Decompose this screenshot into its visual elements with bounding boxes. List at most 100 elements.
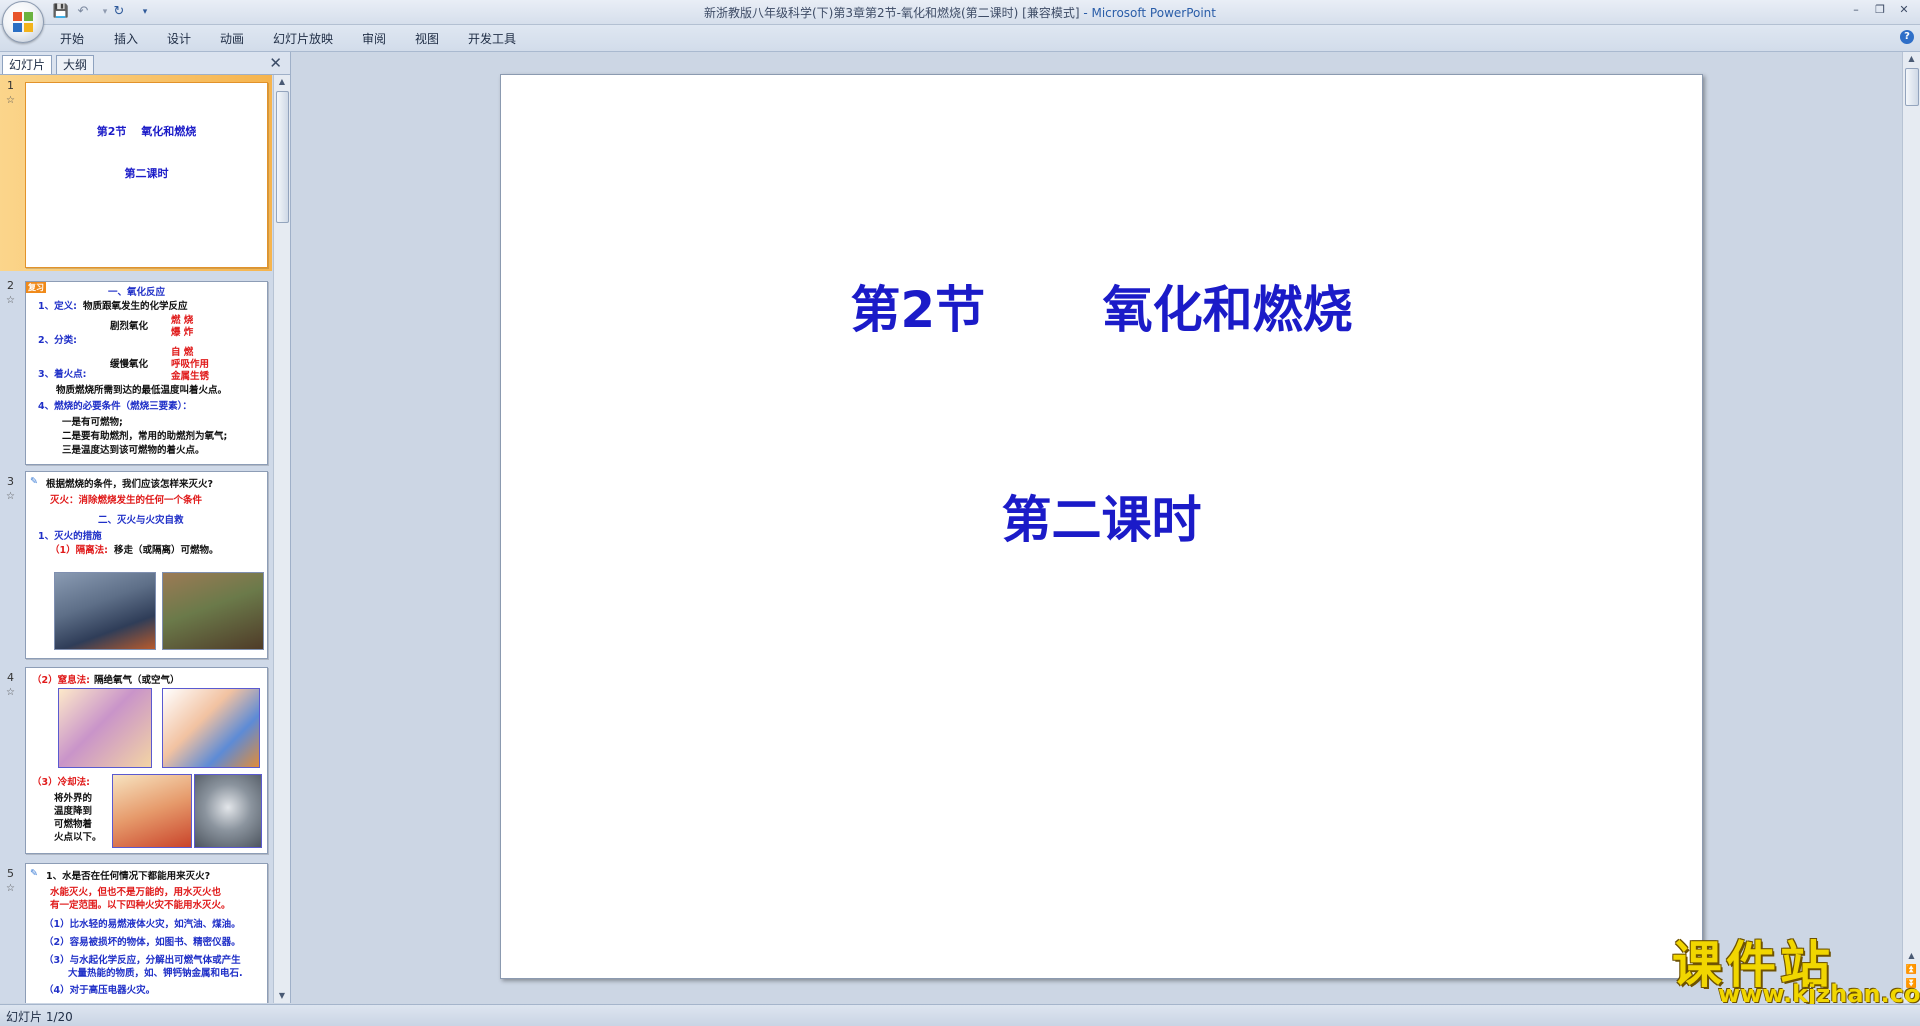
thumbnail-row-5[interactable]: 5 ☆ ✎ 1、水是否在任何情况下都能用来灭火? 水能灭火，但也不是万能的，用水… xyxy=(0,863,272,1003)
scroll-up-icon[interactable]: ▲ xyxy=(1903,52,1920,66)
thumb-line: 灭火：消除燃烧发生的任何一个条件 xyxy=(50,495,203,506)
thumb-line: 1、灭火的措施 xyxy=(38,531,102,542)
tab-review[interactable]: 审阅 xyxy=(362,30,386,47)
ribbon-tabs: 开始 插入 设计 动画 幻灯片放映 审阅 视图 开发工具 ? xyxy=(0,25,1920,52)
thumb-line: （4）对于高压电器火灾。 xyxy=(44,985,156,996)
tab-view[interactable]: 视图 xyxy=(415,30,439,47)
thumb-title: 第2节 氧化和燃烧 xyxy=(96,125,197,138)
scroll-thumb[interactable] xyxy=(276,91,289,223)
animation-star-icon: ☆ xyxy=(6,95,15,106)
restore-icon[interactable]: ❐ xyxy=(1872,3,1888,17)
thumbnail-row-1[interactable]: 1 ☆ 第2节 氧化和燃烧 第二课时 xyxy=(0,75,272,271)
thumb-line: 3、着火点: xyxy=(38,369,87,380)
help-icon[interactable]: ? xyxy=(1900,30,1914,44)
firefighting-image xyxy=(112,774,192,848)
slide-thumbnail-4[interactable]: （2）窒息法: 隔绝氧气（或空气） （3）冷却法: 将外界的 温度降到 可燃物着… xyxy=(25,667,268,854)
review-badge: 复习 xyxy=(26,282,46,293)
close-pane-icon[interactable]: ✕ xyxy=(269,54,282,72)
office-button[interactable] xyxy=(2,1,44,43)
thumb-line: 可燃物着 xyxy=(54,819,93,830)
thumb-line: 水能灭火，但也不是万能的，用水灭火也 xyxy=(50,887,222,898)
editor-scrollbar[interactable]: ▲ ▲ ⏫ ⏬ xyxy=(1902,52,1920,1003)
animation-star-icon: ☆ xyxy=(6,687,15,698)
watermark: 课件站 www.kjzhan.com xyxy=(1672,925,1920,1008)
thumb-line: 火点以下。 xyxy=(54,832,102,843)
animation-star-icon: ☆ xyxy=(6,491,15,502)
thumb-line: 移走（或隔离）可燃物。 xyxy=(114,545,219,556)
firefighter-image xyxy=(54,572,156,650)
thumb-line: （3）与水起化学反应，分解出可燃气体或产生 xyxy=(44,955,241,966)
tab-home[interactable]: 开始 xyxy=(60,30,84,47)
tab-insert[interactable]: 插入 xyxy=(114,30,138,47)
thumb-heading: 二、灭火与火灾自救 xyxy=(98,515,184,526)
thumb-line: 1、定义: xyxy=(38,301,77,312)
thumb-line: 金属生锈 xyxy=(171,371,210,382)
slides-pane: 幻灯片 大纲 ✕ 1 ☆ 第2节 氧化和燃烧 第二课时 2 ☆ 复习 一、氧化反… xyxy=(0,52,291,1003)
thumb-line: 4、燃烧的必要条件（燃烧三要素）： xyxy=(38,401,192,412)
thumb-line: 三是温度达到该可燃物的着火点。 xyxy=(62,445,205,456)
thumb-line: 温度降到 xyxy=(54,806,93,817)
thumb-line: 缓慢氧化 xyxy=(110,359,149,370)
current-slide[interactable]: 第2节 氧化和燃烧 第二课时 xyxy=(500,74,1703,979)
thumb-line: （2）窒息法: xyxy=(32,675,90,686)
tab-slides[interactable]: 幻灯片 xyxy=(2,55,53,74)
sprinkler-image xyxy=(194,774,262,848)
thumb-subtitle: 第二课时 xyxy=(124,167,169,180)
slide-number: 5 xyxy=(7,867,14,880)
slide-number: 1 xyxy=(7,79,14,92)
slide-number: 4 xyxy=(7,671,14,684)
slide-thumbnail-3[interactable]: ✎ 根据燃烧的条件，我们应该怎样来灭火? 灭火：消除燃烧发生的任何一个条件 二、… xyxy=(25,471,268,659)
tab-design[interactable]: 设计 xyxy=(167,30,191,47)
pencil-icon: ✎ xyxy=(30,868,38,879)
slide-thumbnail-1[interactable]: 第2节 氧化和燃烧 第二课时 xyxy=(25,82,268,268)
minimize-icon[interactable]: – xyxy=(1848,3,1864,17)
document-title: 新浙教版八年级科学(下)第3章第2节-氧化和燃烧(第二课时) [兼容模式] xyxy=(704,6,1080,20)
slide-subtitle[interactable]: 第二课时 xyxy=(501,480,1702,552)
thumbnail-row-2[interactable]: 2 ☆ 复习 一、氧化反应 1、定义: 物质跟氧发生的化学反应 2、分类: 剧烈… xyxy=(0,275,272,465)
tab-animation[interactable]: 动画 xyxy=(220,30,244,47)
thumb-heading: 一、氧化反应 xyxy=(108,287,166,298)
title-bar: 💾 ↶ ▾ ↻ ▾ 新浙教版八年级科学(下)第3章第2节-氧化和燃烧(第二课时)… xyxy=(0,0,1920,25)
slide-title[interactable]: 第2节 氧化和燃烧 xyxy=(501,270,1702,342)
thumbnail-row-4[interactable]: 4 ☆ （2）窒息法: 隔绝氧气（或空气） （3）冷却法: 将外界的 温度降到 … xyxy=(0,667,272,857)
thumb-line: （2）容易被损坏的物体，如图书、精密仪器。 xyxy=(44,937,241,948)
thumb-line: 物质燃烧所需到达的最低温度叫着火点。 xyxy=(56,385,228,396)
office-logo-icon xyxy=(13,12,33,32)
slide-counter: 幻灯片 1/20 xyxy=(6,1010,73,1024)
thumb-line: 大量热能的物质，如、钾钙钠金属和电石. xyxy=(68,968,243,979)
slide-number: 2 xyxy=(7,279,14,292)
field-fire-image xyxy=(162,572,264,650)
thumb-line: （1）隔离法: xyxy=(50,545,108,556)
pane-tabs: 幻灯片 大纲 ✕ xyxy=(0,52,290,75)
thumb-line: 爆 炸 xyxy=(171,327,194,338)
tab-developer[interactable]: 开发工具 xyxy=(468,30,516,47)
thumb-line: 有一定范围。以下四种火灾不能用水灭火。 xyxy=(50,900,231,911)
animation-star-icon: ☆ xyxy=(6,883,15,894)
thumbnail-row-3[interactable]: 3 ☆ ✎ 根据燃烧的条件，我们应该怎样来灭火? 灭火：消除燃烧发生的任何一个条… xyxy=(0,471,272,661)
thumb-line: 将外界的 xyxy=(54,793,93,804)
status-bar: 幻灯片 1/20 xyxy=(0,1004,1920,1026)
thumb-line: （3）冷却法: xyxy=(32,777,90,788)
pencil-icon: ✎ xyxy=(30,476,38,487)
close-icon[interactable]: ✕ xyxy=(1896,3,1912,17)
tab-outline[interactable]: 大纲 xyxy=(56,55,95,74)
slide-thumbnail-5[interactable]: ✎ 1、水是否在任何情况下都能用来灭火? 水能灭火，但也不是万能的，用水灭火也 … xyxy=(25,863,268,1003)
tab-slideshow[interactable]: 幻灯片放映 xyxy=(273,30,333,47)
thumbnail-list: 1 ☆ 第2节 氧化和燃烧 第二课时 2 ☆ 复习 一、氧化反应 1、定义: 物… xyxy=(0,75,272,1003)
scroll-down-icon[interactable]: ▼ xyxy=(274,989,290,1003)
slides-pane-scrollbar[interactable]: ▲ ▼ xyxy=(273,75,290,1003)
thumb-line: 1、水是否在任何情况下都能用来灭火? xyxy=(46,871,211,882)
thumb-line: 隔绝氧气（或空气） xyxy=(94,675,180,686)
thumb-line: 物质跟氧发生的化学反应 xyxy=(83,301,188,312)
thumb-line: 二是要有助燃剂，常用的助燃剂为氧气; xyxy=(62,431,228,442)
cartoon-fire-image xyxy=(162,688,260,768)
thumb-line: 一是有可燃物; xyxy=(62,417,123,428)
animation-star-icon: ☆ xyxy=(6,295,15,306)
app-name: - Microsoft PowerPoint xyxy=(1083,6,1216,20)
scroll-up-icon[interactable]: ▲ xyxy=(274,75,290,89)
thumb-line: 2、分类: xyxy=(38,335,77,346)
slide-editor: 第2节 氧化和燃烧 第二课时 xyxy=(291,52,1911,1003)
slide-thumbnail-2[interactable]: 复习 一、氧化反应 1、定义: 物质跟氧发生的化学反应 2、分类: 剧烈氧化 燃… xyxy=(25,281,268,465)
window-title: 新浙教版八年级科学(下)第3章第2节-氧化和燃烧(第二课时) [兼容模式] - … xyxy=(0,4,1920,21)
scroll-thumb[interactable] xyxy=(1905,68,1919,106)
